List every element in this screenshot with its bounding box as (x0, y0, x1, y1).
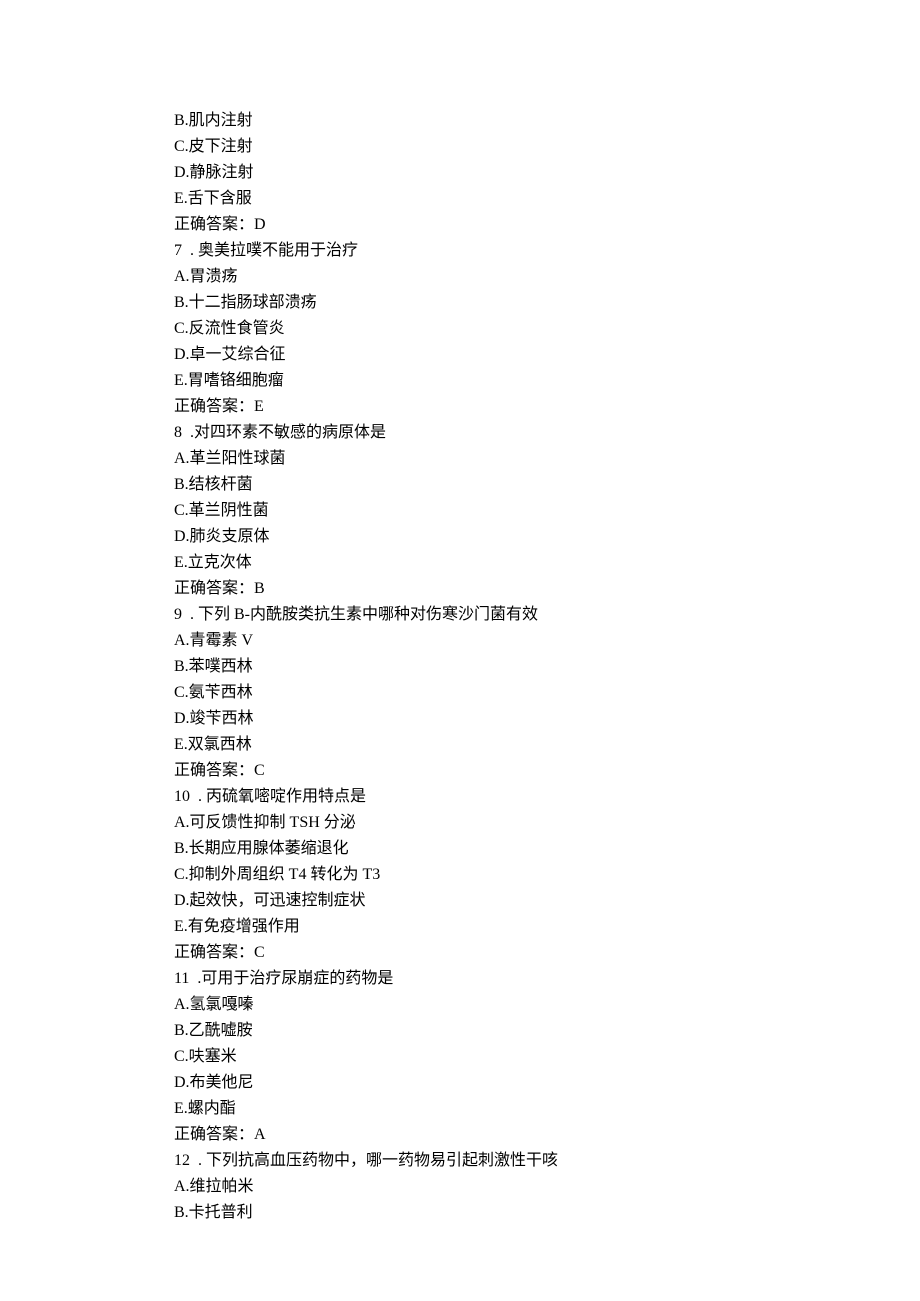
question-text: 9 . 下列 B-内酰胺类抗生素中哪种对伤寒沙门菌有效 (174, 602, 850, 628)
option-text: D.肺炎支原体 (174, 524, 850, 550)
option-text: B.十二指肠球部溃疡 (174, 290, 850, 316)
option-text: A.革兰阳性球菌 (174, 446, 850, 472)
question-text: 12 . 下列抗高血压药物中，哪一药物易引起刺激性干咳 (174, 1148, 850, 1174)
question-text: 11 .可用于治疗尿崩症的药物是 (174, 966, 850, 992)
document-page: B.肌内注射 C.皮下注射 D.静脉注射 E.舌下含服 正确答案：D 7 . 奥… (0, 0, 920, 1276)
option-text: D.竣苄西林 (174, 706, 850, 732)
option-text: B.苯噗西林 (174, 654, 850, 680)
option-text: C.抑制外周组织 T4 转化为 T3 (174, 862, 850, 888)
answer-text: 正确答案：C (174, 940, 850, 966)
option-text: E.舌下含服 (174, 186, 850, 212)
option-text: C.革兰阴性菌 (174, 498, 850, 524)
option-text: E.螺内酯 (174, 1096, 850, 1122)
option-text: E.有免疫增强作用 (174, 914, 850, 940)
option-text: A.青霉素 V (174, 628, 850, 654)
option-text: B.长期应用腺体萎缩退化 (174, 836, 850, 862)
option-text: C.呋塞米 (174, 1044, 850, 1070)
option-text: A.可反馈性抑制 TSH 分泌 (174, 810, 850, 836)
option-text: D.静脉注射 (174, 160, 850, 186)
option-text: C.氨苄西林 (174, 680, 850, 706)
question-text: 8 .对四环素不敏感的病原体是 (174, 420, 850, 446)
option-text: C.皮下注射 (174, 134, 850, 160)
answer-text: 正确答案：C (174, 758, 850, 784)
option-text: B.结核杆菌 (174, 472, 850, 498)
question-text: 10 . 丙硫氧嘧啶作用特点是 (174, 784, 850, 810)
option-text: A.氢氯嘎嗪 (174, 992, 850, 1018)
answer-text: 正确答案：A (174, 1122, 850, 1148)
option-text: C.反流性食管炎 (174, 316, 850, 342)
option-text: E.胃嗜铬细胞瘤 (174, 368, 850, 394)
option-text: E.双氯西林 (174, 732, 850, 758)
option-text: B.卡托普利 (174, 1200, 850, 1226)
answer-text: 正确答案：B (174, 576, 850, 602)
option-text: D.布美他尼 (174, 1070, 850, 1096)
question-text: 7 . 奥美拉噗不能用于治疗 (174, 238, 850, 264)
answer-text: 正确答案：E (174, 394, 850, 420)
option-text: A.维拉帕米 (174, 1174, 850, 1200)
option-text: B.肌内注射 (174, 108, 850, 134)
option-text: A.胃溃疡 (174, 264, 850, 290)
answer-text: 正确答案：D (174, 212, 850, 238)
option-text: D.起效快，可迅速控制症状 (174, 888, 850, 914)
option-text: D.卓一艾综合征 (174, 342, 850, 368)
option-text: E.立克次体 (174, 550, 850, 576)
option-text: B.乙酰嘘胺 (174, 1018, 850, 1044)
